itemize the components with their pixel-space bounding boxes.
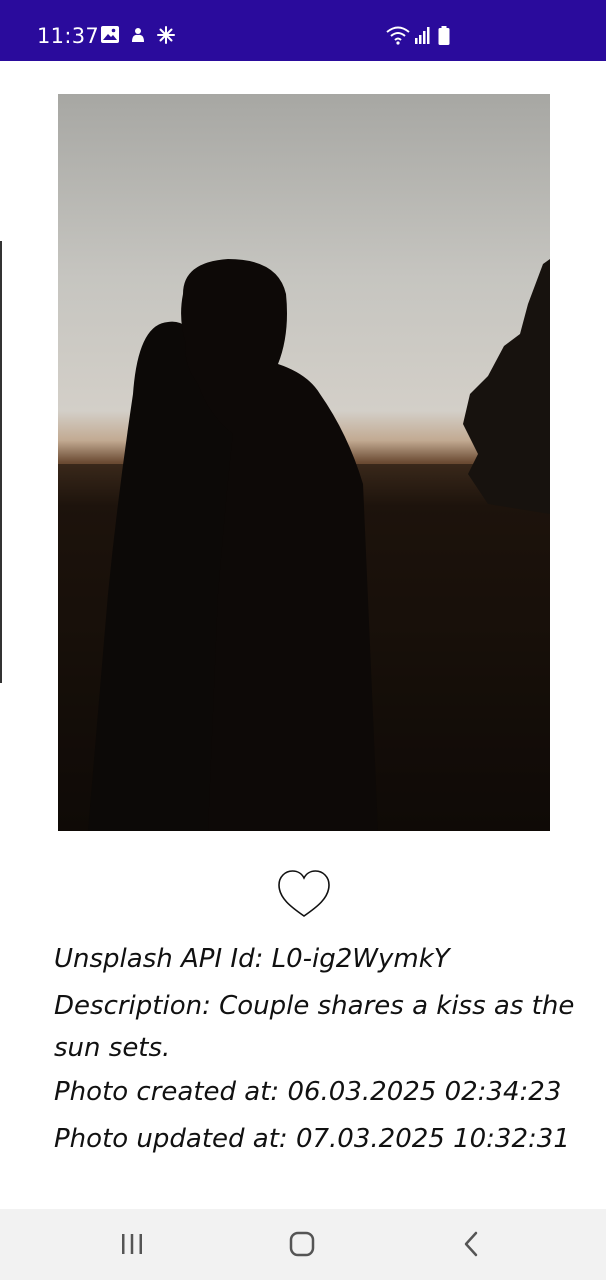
notification-icon — [129, 26, 147, 48]
battery-icon — [438, 26, 450, 49]
api-id-text: Unsplash API Id: L0-ig2WymkY — [54, 944, 450, 974]
heart-outline-icon — [278, 870, 330, 917]
recent-apps-icon — [122, 1234, 142, 1254]
back-icon — [464, 1231, 478, 1257]
created-at-text: Photo created at: 06.03.2025 02:34:23 — [54, 1077, 562, 1107]
like-button[interactable] — [277, 869, 331, 919]
gallery-icon — [101, 26, 119, 47]
photo-illustration — [58, 94, 550, 831]
updated-at-text: Photo updated at: 07.03.2025 10:32:31 — [54, 1124, 570, 1154]
home-button[interactable] — [252, 1209, 352, 1280]
status-bar: 11:37 — [0, 0, 606, 61]
scroll-indicator — [0, 241, 2, 683]
home-icon — [289, 1231, 315, 1257]
status-time: 11:37 — [37, 24, 100, 48]
navigation-bar — [0, 1209, 606, 1280]
description-text: Description: Couple shares a kiss as the… — [54, 991, 575, 1063]
sparkle-icon — [157, 26, 175, 48]
back-button[interactable] — [422, 1209, 522, 1280]
signal-icon — [414, 26, 432, 48]
wifi-icon — [386, 25, 410, 49]
photo-image[interactable] — [58, 94, 550, 831]
recent-apps-button[interactable] — [82, 1209, 182, 1280]
